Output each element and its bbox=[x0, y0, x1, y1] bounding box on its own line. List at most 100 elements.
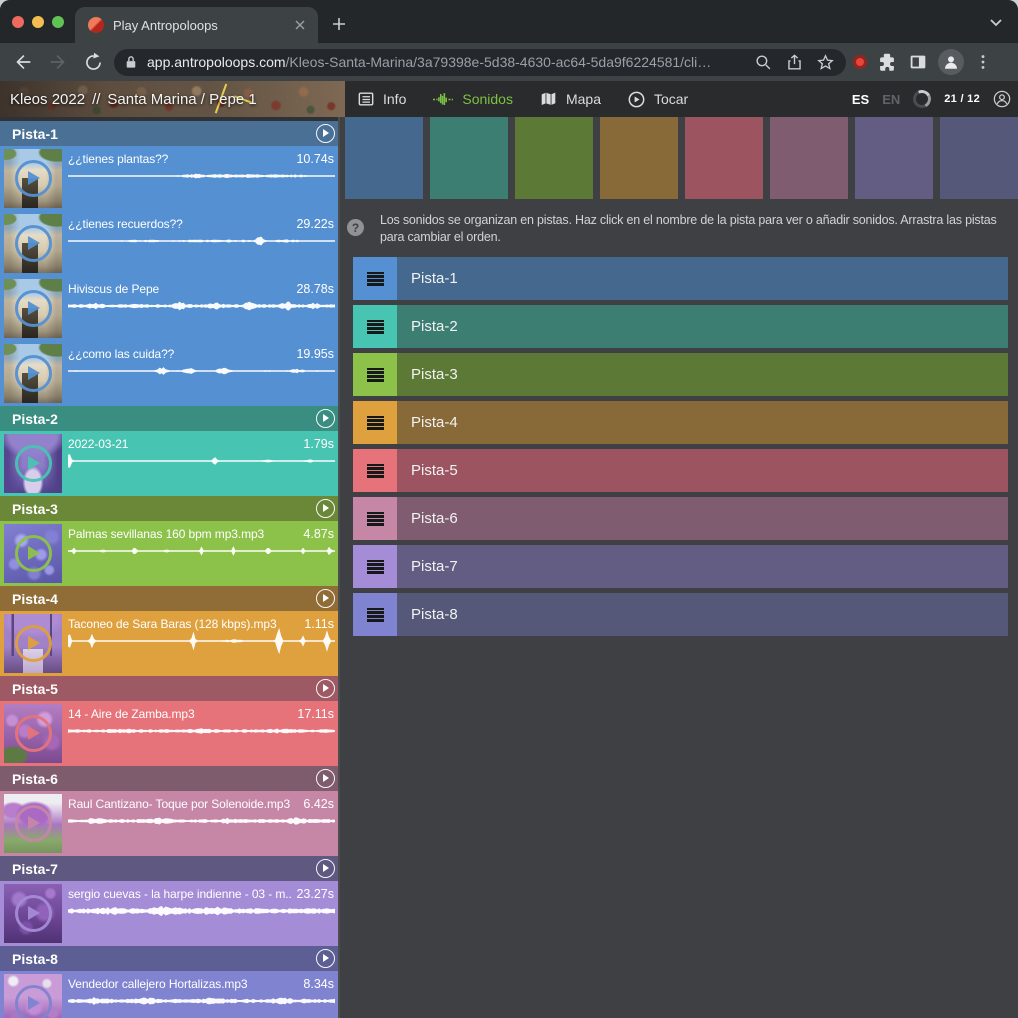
drag-handle-icon bbox=[367, 368, 384, 382]
nav-info[interactable]: Info bbox=[358, 91, 406, 107]
sound-item[interactable]: Hiviscus de Pepe 28.78s bbox=[0, 276, 338, 341]
track-row-label[interactable]: Pista-3 bbox=[397, 353, 1008, 396]
track-play-icon[interactable] bbox=[316, 124, 335, 143]
track-header[interactable]: Pista-6 bbox=[0, 766, 338, 791]
sound-play-icon[interactable] bbox=[15, 895, 52, 932]
track-header[interactable]: Pista-4 bbox=[0, 586, 338, 611]
url-bar[interactable]: app.antropoloops.com/Kleos-Santa-Marina/… bbox=[114, 49, 846, 76]
track-row-name: Pista-2 bbox=[411, 318, 458, 335]
sound-waveform bbox=[68, 226, 335, 256]
track-row-label[interactable]: Pista-1 bbox=[397, 257, 1008, 300]
track-play-icon[interactable] bbox=[316, 769, 335, 788]
nav-tocar[interactable]: Tocar bbox=[628, 91, 688, 108]
track-row-label[interactable]: Pista-8 bbox=[397, 593, 1008, 636]
track-header[interactable]: Pista-8 bbox=[0, 946, 338, 971]
track-row[interactable]: Pista-2 bbox=[353, 305, 1008, 348]
track-drag-handle[interactable] bbox=[353, 545, 397, 588]
track-section: Pista-1 ¿¿tienes plantas?? 10.74s ¿¿tien… bbox=[0, 121, 338, 406]
track-row[interactable]: Pista-8 bbox=[353, 593, 1008, 636]
lang-es[interactable]: ES bbox=[852, 92, 869, 107]
tab-search-chevron-icon[interactable] bbox=[988, 15, 1004, 29]
help-text: Los sonidos se organizan en pistas. Haz … bbox=[380, 212, 1018, 246]
track-play-icon[interactable] bbox=[316, 499, 335, 518]
track-color-swatch bbox=[855, 117, 933, 199]
drag-handle-icon bbox=[367, 560, 384, 574]
sound-play-icon[interactable] bbox=[15, 225, 52, 262]
forward-button[interactable] bbox=[46, 50, 70, 74]
track-header[interactable]: Pista-2 bbox=[0, 406, 338, 431]
track-drag-handle[interactable] bbox=[353, 305, 397, 348]
sound-play-icon[interactable] bbox=[15, 625, 52, 662]
tab-strip: Play Antropoloops bbox=[0, 0, 1018, 43]
extensions-puzzle-icon[interactable] bbox=[876, 51, 898, 73]
browser-tab[interactable]: Play Antropoloops bbox=[75, 7, 318, 43]
reload-button[interactable] bbox=[81, 50, 105, 74]
track-header[interactable]: Pista-1 bbox=[0, 121, 338, 146]
profile-avatar[interactable] bbox=[938, 49, 964, 75]
lang-en[interactable]: EN bbox=[882, 92, 900, 107]
minimize-window-button[interactable] bbox=[32, 16, 44, 28]
sound-play-icon[interactable] bbox=[15, 715, 52, 752]
zoom-icon[interactable] bbox=[754, 53, 773, 72]
sound-item[interactable]: Palmas sevillanas 160 bpm mp3.mp3 4.87s bbox=[0, 521, 338, 586]
track-row[interactable]: Pista-4 bbox=[353, 401, 1008, 444]
track-play-icon[interactable] bbox=[316, 679, 335, 698]
sound-item[interactable]: Vendedor callejero Hortalizas.mp3 8.34s bbox=[0, 971, 338, 1018]
track-row[interactable]: Pista-7 bbox=[353, 545, 1008, 588]
sound-play-icon[interactable] bbox=[15, 160, 52, 197]
share-icon[interactable] bbox=[785, 53, 804, 72]
sound-item[interactable]: Raul Cantizano- Toque por Solenoide.mp3 … bbox=[0, 791, 338, 856]
new-tab-button[interactable] bbox=[330, 15, 348, 33]
bookmark-star-icon[interactable] bbox=[816, 53, 835, 72]
sound-item[interactable]: ¿¿tienes plantas?? 10.74s bbox=[0, 146, 338, 211]
sound-item[interactable]: ¿¿como las cuida?? 19.95s bbox=[0, 341, 338, 406]
track-play-icon[interactable] bbox=[316, 589, 335, 608]
track-row-label[interactable]: Pista-7 bbox=[397, 545, 1008, 588]
breadcrumb-project[interactable]: Kleos 2022 bbox=[10, 91, 85, 108]
sound-play-icon[interactable] bbox=[15, 355, 52, 392]
track-drag-handle[interactable] bbox=[353, 593, 397, 636]
track-row[interactable]: Pista-3 bbox=[353, 353, 1008, 396]
track-header[interactable]: Pista-3 bbox=[0, 496, 338, 521]
tab-close-icon[interactable] bbox=[292, 17, 308, 33]
track-header[interactable]: Pista-7 bbox=[0, 856, 338, 881]
track-row-label[interactable]: Pista-4 bbox=[397, 401, 1008, 444]
sound-item[interactable]: sergio cuevas - la harpe indienne - 03 -… bbox=[0, 881, 338, 946]
nav-mapa[interactable]: Mapa bbox=[540, 91, 601, 107]
track-play-icon[interactable] bbox=[316, 859, 335, 878]
track-drag-handle[interactable] bbox=[353, 497, 397, 540]
track-play-icon[interactable] bbox=[316, 949, 335, 968]
track-drag-handle[interactable] bbox=[353, 401, 397, 444]
sound-play-icon[interactable] bbox=[15, 445, 52, 482]
track-drag-handle[interactable] bbox=[353, 257, 397, 300]
sound-play-icon[interactable] bbox=[15, 290, 52, 327]
sound-item[interactable]: ¿¿tienes recuerdos?? 29.22s bbox=[0, 211, 338, 276]
track-row[interactable]: Pista-5 bbox=[353, 449, 1008, 492]
track-header[interactable]: Pista-5 bbox=[0, 676, 338, 701]
sound-play-icon[interactable] bbox=[15, 985, 52, 1018]
account-icon[interactable] bbox=[993, 90, 1011, 108]
sound-play-icon[interactable] bbox=[15, 535, 52, 572]
sound-item[interactable]: 2022-03-21 1.79s bbox=[0, 431, 338, 496]
track-play-icon[interactable] bbox=[316, 409, 335, 428]
track-drag-handle[interactable] bbox=[353, 353, 397, 396]
back-button[interactable] bbox=[11, 50, 35, 74]
track-color-swatch bbox=[345, 117, 423, 199]
track-drag-handle[interactable] bbox=[353, 449, 397, 492]
side-panel-icon[interactable] bbox=[907, 51, 929, 73]
sound-item[interactable]: 14 - Aire de Zamba.mp3 17.11s bbox=[0, 701, 338, 766]
close-window-button[interactable] bbox=[12, 16, 24, 28]
browser-menu-kebab-icon[interactable] bbox=[973, 52, 993, 72]
track-row-label[interactable]: Pista-5 bbox=[397, 449, 1008, 492]
track-row-label[interactable]: Pista-2 bbox=[397, 305, 1008, 348]
track-row[interactable]: Pista-1 bbox=[353, 257, 1008, 300]
sound-play-icon[interactable] bbox=[15, 805, 52, 842]
sound-waveform bbox=[68, 716, 335, 746]
sound-item[interactable]: Taconeo de Sara Baras (128 kbps).mp3 1.1… bbox=[0, 611, 338, 676]
record-extension-icon[interactable] bbox=[853, 55, 867, 69]
track-row[interactable]: Pista-6 bbox=[353, 497, 1008, 540]
tab-title: Play Antropoloops bbox=[113, 18, 292, 33]
track-row-label[interactable]: Pista-6 bbox=[397, 497, 1008, 540]
maximize-window-button[interactable] bbox=[52, 16, 64, 28]
nav-sonidos[interactable]: Sonidos bbox=[433, 91, 513, 107]
